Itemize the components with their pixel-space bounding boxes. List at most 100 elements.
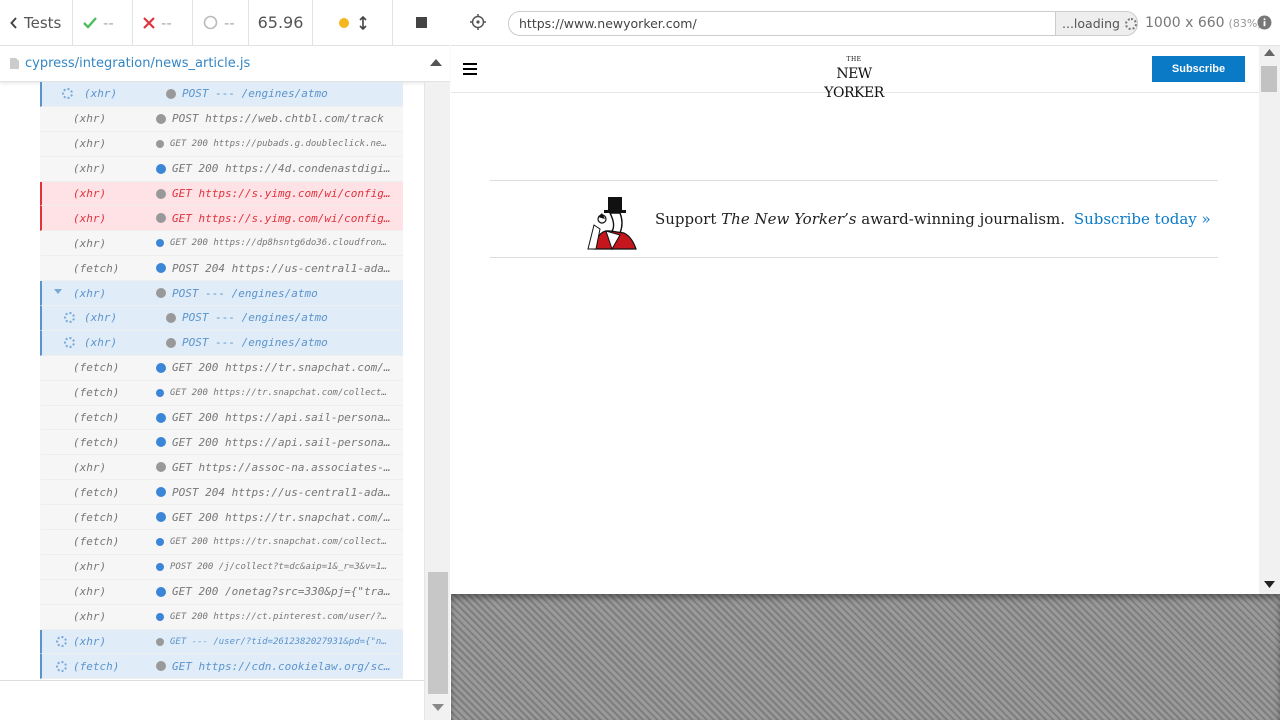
status-dot-icon	[156, 586, 166, 597]
command-message: GET 200 https://dp8hsntg6do36.cloudfron…	[170, 238, 387, 249]
command-kind: (xhr)	[84, 87, 118, 101]
duration: 65.96	[249, 0, 313, 46]
subscribe-button[interactable]: Subscribe	[1152, 56, 1245, 82]
command-message: POST --- /engines/atmo	[182, 87, 328, 101]
aut-iframe[interactable]: THE NEW YORKER Subscribe Support The New…	[451, 46, 1280, 594]
command-row[interactable]: (fetch) GET 200 https://tr.snapchat.com/c…	[40, 380, 403, 406]
subscribe-today-link[interactable]: Subscribe today »	[1074, 210, 1211, 228]
spec-path-bar: cypress/integration/news_article.js	[0, 46, 450, 82]
spec-path-link[interactable]: cypress/integration/news_article.js	[25, 56, 250, 71]
tests-button[interactable]: Tests	[0, 0, 73, 46]
command-row[interactable]: (xhr) GET --- /user/?tid=2612382027931&pd…	[40, 629, 403, 655]
status-dot-icon	[156, 537, 164, 546]
command-row[interactable]: (xhr) GET 200 /onetag?src=330&pj={"trac…	[40, 579, 403, 605]
new-yorker-logo[interactable]: THE NEW YORKER	[808, 56, 900, 101]
command-message: GET https://cdn.cookielaw.org/scr…	[172, 659, 398, 673]
scroll-down-icon[interactable]	[1264, 581, 1275, 588]
hamburger-icon[interactable]	[463, 63, 477, 78]
pending-spinner-icon	[56, 660, 67, 672]
command-kind: (fetch)	[73, 485, 120, 499]
status-dot-icon	[156, 512, 166, 523]
command-row[interactable]: (xhr) POST 200 /j/collect?t=dc&aip=1&_r=3…	[40, 554, 403, 580]
command-row[interactable]: (fetch) GET https://cdn.cookielaw.org/scr…	[40, 654, 403, 680]
command-row[interactable]: (xhr) GET 200 https://ct.pinterest.com/us…	[40, 604, 403, 630]
status-dot-icon	[166, 88, 176, 99]
scrollbar-thumb[interactable]	[428, 572, 448, 694]
command-row[interactable]: (fetch) GET 200 https://api.sail-personal…	[40, 430, 403, 456]
command-row[interactable]: (fetch) POST 204 https://us-central1-adap…	[40, 256, 403, 282]
command-row[interactable]: (fetch) GET 200 https://api.sail-personal…	[40, 405, 403, 431]
promo-text: Support The New Yorker’s award-winning j…	[655, 210, 1211, 228]
command-row[interactable]: (xhr) GET https://s.yimg.com/wi/config/…	[40, 206, 403, 232]
command-kind: (xhr)	[73, 560, 107, 574]
subscription-promo: Support The New Yorker’s award-winning j…	[490, 180, 1218, 258]
expand-caret-icon[interactable]	[54, 289, 62, 295]
command-kind: (xhr)	[84, 311, 118, 325]
command-message: GET 200 https://pubads.g.doubleclick.ne…	[170, 138, 387, 149]
stop-button[interactable]	[393, 0, 450, 46]
command-message: POST https://web.chtbl.com/track	[172, 112, 384, 126]
status-dot-icon	[156, 263, 166, 274]
command-row[interactable]: (xhr) GET https://s.yimg.com/wi/config/…	[40, 181, 403, 207]
command-row[interactable]: (xhr) GET 200 https://dp8hsntg6do36.cloud…	[40, 231, 403, 257]
command-log[interactable]: (xhr) POST --- /engines/atmo (xhr) POST htt…	[0, 82, 424, 680]
running-dot-icon	[338, 17, 349, 28]
status-dot-icon	[156, 163, 166, 174]
aut-scrollbar-thumb[interactable]	[1261, 66, 1277, 92]
command-row[interactable]: (fetch) GET 200 https://tr.snapchat.com/c…	[40, 355, 403, 381]
command-message: POST 200 /j/collect?t=dc&aip=1&_r=3&v=1…	[170, 561, 387, 572]
command-row[interactable]: (xhr) POST --- /engines/atmo	[40, 82, 403, 107]
command-row[interactable]: (fetch) GET 200 https://tr.snapchat.com/c…	[40, 505, 403, 531]
command-message: GET 200 https://tr.snapchat.com/collect…	[170, 536, 387, 547]
site-navbar: THE NEW YORKER Subscribe	[451, 46, 1259, 101]
command-message: GET 200 https://ct.pinterest.com/user/?…	[170, 611, 387, 622]
command-message: GET 200 https://tr.snapchat.com/collect…	[170, 387, 387, 398]
command-message: POST 204 https://us-central1-adap…	[172, 261, 398, 275]
command-row[interactable]: (fetch) POST 204 https://us-central1-adap…	[40, 480, 403, 506]
command-row[interactable]: (fetch) GET 200 https://tr.snapchat.com/c…	[40, 530, 403, 555]
command-kind: (fetch)	[73, 535, 120, 549]
runner-state-indicator[interactable]	[313, 0, 393, 46]
command-row[interactable]: (xhr) POST --- /engines/atmo	[40, 281, 403, 307]
status-dot-icon	[156, 188, 166, 199]
status-dot-icon	[156, 213, 166, 224]
passed-stat: --	[73, 0, 133, 46]
status-dot-icon	[156, 661, 166, 672]
command-row[interactable]: (xhr) POST https://web.chtbl.com/track	[40, 106, 403, 132]
scroll-up-icon[interactable]	[1264, 49, 1275, 56]
status-dot-icon	[166, 337, 176, 348]
scroll-down-icon[interactable]	[432, 704, 444, 712]
eustace-tilley-illustration	[587, 197, 637, 251]
command-message: POST --- /engines/atmo	[182, 336, 328, 350]
loading-label: ...loading	[1062, 16, 1120, 31]
reporter-scrollbar[interactable]	[424, 82, 450, 720]
command-row[interactable]: (xhr) POST --- /engines/atmo	[40, 306, 403, 331]
url-field[interactable]: https://www.newyorker.com/	[508, 11, 1056, 36]
command-kind: (fetch)	[73, 386, 120, 400]
failed-stat: --	[133, 0, 193, 46]
command-kind: (xhr)	[73, 236, 107, 250]
chevron-left-icon	[10, 16, 17, 29]
logo-the: THE	[846, 56, 862, 63]
viewport-size[interactable]: 1000 x 660 (83%)	[1145, 15, 1262, 31]
command-kind: (xhr)	[73, 137, 107, 151]
status-dot-icon	[156, 139, 164, 148]
status-dot-icon	[156, 612, 164, 621]
auto-scroll-icon	[358, 15, 367, 30]
check-icon	[83, 16, 97, 29]
collapse-up-icon[interactable]	[430, 58, 442, 66]
info-icon[interactable]	[1257, 15, 1272, 30]
reporter-panel: Tests -- -- -- 65.96 cypress/integration…	[0, 0, 450, 720]
command-row[interactable]: (xhr) POST --- /engines/atmo	[40, 330, 403, 356]
aut-backdrop	[451, 594, 1280, 720]
status-dot-icon	[156, 388, 164, 397]
aut-scrollbar[interactable]	[1259, 46, 1280, 594]
logo-name: NEW YORKER	[824, 66, 884, 101]
status-dot-icon	[156, 412, 166, 423]
crosshair-icon[interactable]	[469, 13, 487, 31]
command-row[interactable]: (xhr) GET 200 https://pubads.g.doubleclic…	[40, 131, 403, 157]
command-row[interactable]: (xhr) GET https://assoc-na.associates-a…	[40, 455, 403, 481]
command-row[interactable]: (xhr) GET 200 https://4d.condenastdigit…	[40, 156, 403, 182]
command-kind: (fetch)	[73, 411, 120, 425]
aut-header: https://www.newyorker.com/ ...loading 10…	[451, 0, 1280, 46]
